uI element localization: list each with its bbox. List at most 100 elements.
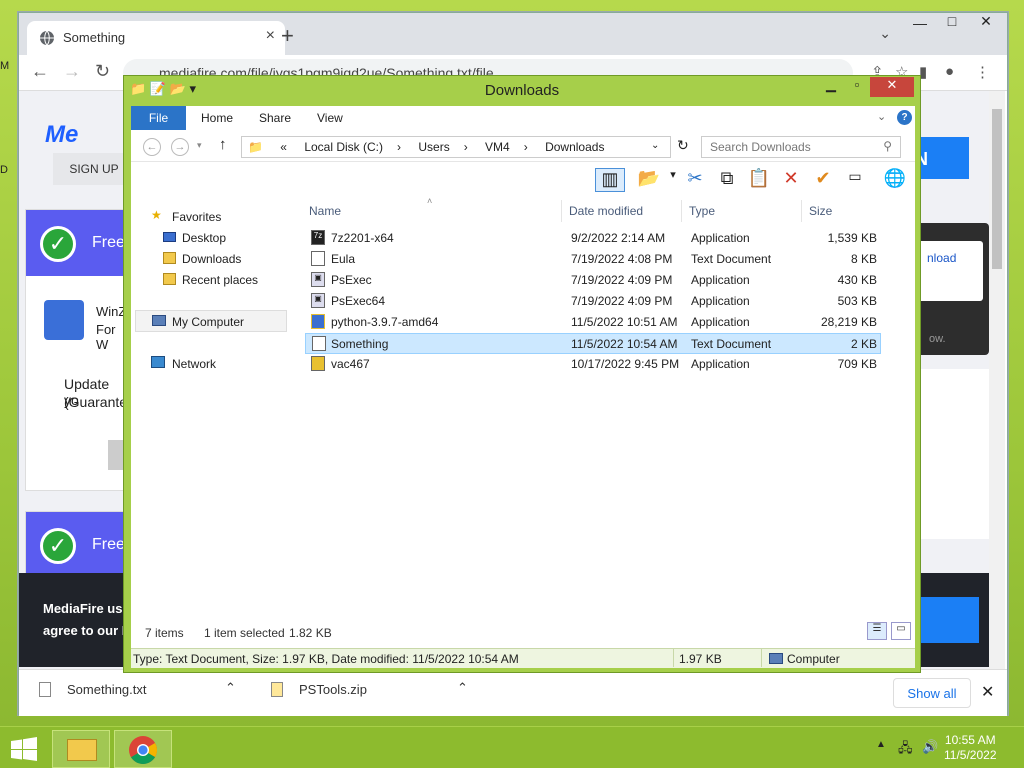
forward-icon[interactable]: → (171, 138, 189, 156)
windows-start-icon[interactable] (10, 737, 38, 761)
menu-icon[interactable]: ⋮ (975, 63, 990, 81)
tab-share[interactable]: Share (259, 106, 291, 130)
search-icon[interactable]: ⚲ (883, 139, 892, 153)
file-row[interactable]: ▣ PsExec 7/19/2022 4:09 PM Application 4… (305, 270, 881, 291)
network-icon[interactable]: 🖧 (898, 739, 913, 761)
column-divider[interactable] (801, 200, 802, 222)
column-header-name[interactable]: Name (309, 204, 341, 218)
back-icon[interactable]: ← (143, 138, 161, 156)
nav-network[interactable]: Network (172, 357, 216, 371)
file-date: 11/5/2022 10:51 AM (571, 315, 678, 329)
maximize-icon[interactable]: □ (935, 13, 969, 35)
taskbar-chrome-button[interactable] (114, 730, 172, 768)
text-file-icon (312, 336, 326, 351)
path-segment[interactable]: Downloads (545, 140, 604, 154)
column-header-type[interactable]: Type (689, 204, 715, 218)
dropdown-icon[interactable]: ▾ (661, 168, 685, 192)
chevron-right-icon[interactable]: › (464, 140, 468, 154)
column-header-size[interactable]: Size (809, 204, 832, 218)
back-icon[interactable]: ← (31, 61, 49, 82)
chevron-up-icon[interactable]: ⌃ (225, 680, 236, 696)
expand-ribbon-icon[interactable]: ⌄ (877, 110, 886, 123)
address-path[interactable]: 📁 « Local Disk (C:) › Users › VM4 › Downloa… (241, 136, 671, 158)
large-icons-view-icon[interactable]: ▭ (891, 622, 911, 640)
desktop-icon (163, 232, 176, 242)
nav-my-computer-row[interactable]: My Computer (135, 310, 287, 332)
file-row[interactable]: 7z 7z2201-x64 9/2/2022 2:14 AM Applicati… (305, 228, 881, 249)
close-icon[interactable]: ✕ (969, 13, 1003, 35)
column-divider[interactable] (561, 200, 562, 222)
refresh-icon[interactable]: ↻ (677, 137, 689, 154)
scrollbar-thumb[interactable] (992, 109, 1002, 269)
desktop-icon-label[interactable]: D (0, 164, 8, 176)
maximize-icon[interactable]: ▫ (844, 77, 870, 97)
file-row[interactable]: vac467 10/17/2022 9:45 PM Application 70… (305, 354, 881, 375)
search-input[interactable]: Search Downloads ⚲ (701, 136, 901, 158)
volume-icon[interactable]: 🔊 (922, 739, 938, 755)
properties-check-icon[interactable]: ✔ (811, 168, 835, 192)
new-tab-icon[interactable]: + (281, 23, 294, 49)
tab-view[interactable]: View (317, 106, 343, 130)
close-shelf-icon[interactable]: ✕ (981, 682, 994, 702)
chevron-right-icon[interactable]: › (397, 140, 401, 154)
delete-icon[interactable]: ✕ (779, 168, 803, 192)
zip-file-icon (271, 682, 283, 697)
file-row[interactable]: Eula 7/19/2022 4:08 PM Text Document 8 K… (305, 249, 881, 270)
file-row[interactable]: ▣ PsExec64 7/19/2022 4:09 PM Application… (305, 291, 881, 312)
desktop-icon-label[interactable]: M (0, 60, 9, 72)
file-row-selected[interactable]: Something 11/5/2022 10:54 AM Text Docume… (305, 333, 881, 354)
nav-desktop[interactable]: Desktop (182, 231, 226, 245)
file-type: Application (691, 294, 750, 308)
chevron-right-icon[interactable]: › (524, 140, 528, 154)
download-item[interactable]: Something.txt ⌃ (39, 680, 249, 706)
file-date: 9/2/2022 2:14 AM (571, 231, 666, 245)
globe-icon[interactable]: 🌐 (883, 168, 907, 192)
details-view-icon[interactable]: ☰ (867, 622, 887, 640)
column-header-date[interactable]: Date modified (569, 204, 643, 218)
clock[interactable]: 10:55 AM 11/5/2022 (944, 733, 997, 763)
page-scrollbar[interactable] (989, 91, 1005, 669)
forward-icon[interactable]: → (63, 61, 81, 82)
file-row[interactable]: python-3.9.7-amd64 11/5/2022 10:51 AM Ap… (305, 312, 881, 333)
tab-search-icon[interactable]: ⌄ (879, 25, 891, 42)
download-item[interactable]: PSTools.zip ⌃ (271, 680, 481, 706)
show-hidden-icons-icon[interactable]: ▲ (876, 739, 886, 750)
reload-icon[interactable]: ↻ (95, 61, 110, 82)
tab-file[interactable]: File (131, 106, 186, 130)
chevron-up-icon[interactable]: ⌃ (457, 680, 468, 696)
nav-recent-places[interactable]: Recent places (182, 273, 258, 287)
recent-locations-icon[interactable]: ▾ (197, 140, 202, 151)
close-tab-icon[interactable]: × (266, 27, 275, 45)
cut-icon[interactable]: ✂ (683, 168, 707, 192)
browser-tab[interactable]: Something × (27, 21, 285, 55)
promo-text: WinZ (96, 304, 127, 319)
rename-icon[interactable]: ▭ (843, 168, 867, 192)
checkmark-icon: ✓ (40, 226, 76, 262)
mediafire-logo[interactable]: Me (45, 121, 78, 149)
path-overflow[interactable]: « (280, 140, 287, 154)
preview-pane-icon[interactable]: ▥ (595, 168, 625, 192)
divider (761, 649, 762, 667)
column-divider[interactable] (681, 200, 682, 222)
path-segment[interactable]: VM4 (485, 140, 510, 154)
minimize-icon[interactable]: ▁ (818, 77, 844, 97)
profile-avatar-icon[interactable]: ● (945, 63, 954, 80)
taskbar-explorer-button[interactable] (52, 730, 110, 768)
nav-favorites[interactable]: Favorites (172, 210, 221, 224)
file-name: vac467 (331, 357, 370, 371)
help-icon[interactable]: ? (897, 110, 912, 125)
nav-downloads[interactable]: Downloads (182, 252, 241, 266)
folder-options-icon[interactable]: 📂 (637, 168, 661, 192)
path-segment[interactable]: Users (418, 140, 449, 154)
minimize-icon[interactable]: — (903, 15, 937, 37)
path-segment[interactable]: Local Disk (C:) (304, 140, 383, 154)
close-icon[interactable]: ✕ (870, 77, 914, 97)
details-bar: Type: Text Document, Size: 1.97 KB, Date… (131, 648, 915, 668)
copy-icon[interactable]: ⧉ (715, 168, 739, 192)
up-icon[interactable]: ↑ (219, 136, 227, 153)
address-dropdown-icon[interactable]: ⌄ (651, 140, 659, 151)
tab-home[interactable]: Home (201, 106, 233, 130)
details-text: Type: Text Document, Size: 1.97 KB, Date… (133, 652, 519, 666)
show-all-button[interactable]: Show all (893, 678, 971, 708)
paste-icon[interactable]: 📋 (747, 168, 771, 192)
